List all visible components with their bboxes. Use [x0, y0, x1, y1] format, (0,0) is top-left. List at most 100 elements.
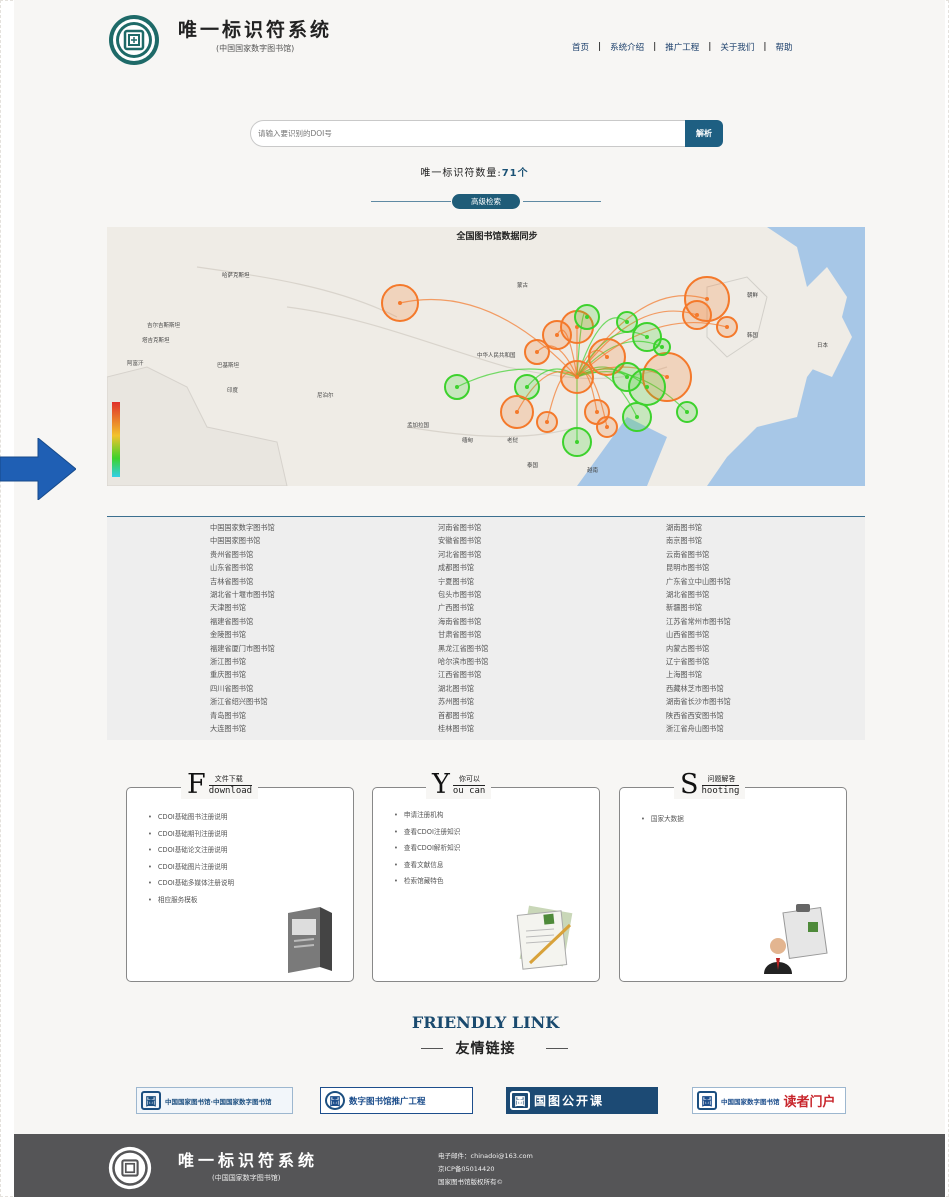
digital-library-logo-icon: 圖 — [697, 1091, 717, 1110]
map-country-label: 越南 — [587, 466, 599, 474]
identifier-count-value: 71个 — [501, 168, 529, 179]
library-item[interactable]: 包头市图书馆 — [438, 588, 488, 601]
library-item[interactable]: 首都图书馆 — [438, 709, 488, 722]
card-list-item[interactable]: CDOI基础论文注册说明 — [148, 842, 234, 859]
card-list-item[interactable]: 查看CDOI解析知识 — [394, 840, 460, 857]
library-item[interactable]: 成都图书馆 — [438, 561, 488, 574]
advanced-search-button[interactable]: 高级检索 — [452, 194, 520, 209]
footer-icp: 京ICP备05014420 — [438, 1165, 495, 1173]
library-item[interactable]: 河北省图书馆 — [438, 548, 488, 561]
library-item[interactable]: 浙江省舟山图书馆 — [666, 722, 731, 735]
library-item[interactable]: 甘肃省图书馆 — [438, 628, 488, 641]
nav-home[interactable]: 首页 — [572, 41, 589, 53]
library-item[interactable]: 内蒙古图书馆 — [666, 642, 731, 655]
partner-link-promotion[interactable]: 圖数字图书馆推广工程 — [320, 1087, 473, 1114]
site-logo[interactable] — [108, 14, 160, 66]
library-item[interactable]: 云南省图书馆 — [666, 548, 731, 561]
map-country-label: 哈萨克斯坦 — [222, 271, 250, 279]
library-item[interactable]: 安徽省图书馆 — [438, 534, 488, 547]
card-list-item[interactable]: CDOI基础图片注册说明 — [148, 859, 234, 876]
nav-system-intro[interactable]: 系统介绍 — [610, 41, 644, 53]
map-country-label: 泰国 — [527, 461, 539, 469]
library-item[interactable]: 江西省图书馆 — [438, 668, 488, 681]
card-list-item[interactable]: CDOI基础图书注册说明 — [148, 809, 234, 826]
library-item[interactable]: 新疆图书馆 — [666, 601, 731, 614]
library-item[interactable]: 西藏林芝市图书馆 — [666, 682, 731, 695]
library-item[interactable]: 中国国家数字图书馆 — [210, 521, 275, 534]
library-item[interactable]: 南京图书馆 — [666, 534, 731, 547]
footer-title: 唯一标识符系统 — [178, 1151, 319, 1170]
nav-promotion[interactable]: 推广工程 — [665, 41, 699, 53]
documents-pen-icon — [516, 905, 573, 970]
library-item[interactable]: 上海图书馆 — [666, 668, 731, 681]
you-can-card-letter: Y — [432, 769, 450, 800]
library-item[interactable]: 辽宁省图书馆 — [666, 655, 731, 668]
partner-link-nlc[interactable]: 圖中国国家图书馆·中国国家数字图书馆 — [136, 1087, 293, 1114]
library-item[interactable]: 哈尔滨市图书馆 — [438, 655, 488, 668]
library-item[interactable]: 桂林图书馆 — [438, 722, 488, 735]
library-node-dot — [660, 345, 664, 349]
library-node-dot — [555, 333, 559, 337]
library-item[interactable]: 金陵图书馆 — [210, 628, 275, 641]
library-node-dot — [585, 315, 589, 319]
map-country-label: 吉尔吉斯斯坦 — [147, 321, 181, 329]
partner-link-open-course[interactable]: 圖国图公开课 — [506, 1087, 658, 1114]
card-list-item[interactable]: CDOI基础多媒体注册说明 — [148, 875, 234, 892]
library-item[interactable]: 宁夏图书馆 — [438, 575, 488, 588]
library-item[interactable]: 湖北省十堰市图书馆 — [210, 588, 275, 601]
nav-separator: | — [598, 42, 602, 52]
library-item[interactable]: 重庆图书馆 — [210, 668, 275, 681]
library-item[interactable]: 陕西省西安图书馆 — [666, 709, 731, 722]
library-item[interactable]: 苏州图书馆 — [438, 695, 488, 708]
library-item[interactable]: 福建省厦门市图书馆 — [210, 642, 275, 655]
library-sync-map[interactable]: 哈萨克斯坦 蒙古 中华人民共和国 吉尔吉斯斯坦 塔吉克斯坦 阿富汗 巴基斯坦 印度 尼泊尔 孟加拉… — [107, 227, 865, 486]
library-item[interactable]: 广东省立中山图书馆 — [666, 575, 731, 588]
library-item[interactable]: 四川省图书馆 — [210, 682, 275, 695]
resolve-button[interactable]: 解析 — [685, 120, 723, 147]
card-list-item[interactable]: 检索馆藏特色 — [394, 873, 460, 890]
library-item[interactable]: 湖北省图书馆 — [666, 588, 731, 601]
library-item[interactable]: 福建省图书馆 — [210, 615, 275, 628]
nlc-logo-icon: 圖 — [141, 1091, 161, 1110]
library-item[interactable]: 湖南图书馆 — [666, 521, 731, 534]
partner-label: 中国国家数字图书馆 — [721, 1097, 780, 1106]
library-item[interactable]: 浙江省绍兴图书馆 — [210, 695, 275, 708]
library-item[interactable]: 中国国家图书馆 — [210, 534, 275, 547]
library-item[interactable]: 贵州省图书馆 — [210, 548, 275, 561]
troubleshooting-card-letter: S — [680, 769, 699, 800]
library-item[interactable]: 黑龙江省图书馆 — [438, 642, 488, 655]
library-item[interactable]: 湖南省长沙市图书馆 — [666, 695, 731, 708]
library-item[interactable]: 海南省图书馆 — [438, 615, 488, 628]
open-course-logo-icon: 圖 — [510, 1091, 530, 1110]
nav-about-us[interactable]: 关于我们 — [720, 41, 754, 53]
doi-search-input[interactable] — [258, 124, 678, 143]
library-item[interactable]: 吉林省图书馆 — [210, 575, 275, 588]
library-item[interactable]: 大连图书馆 — [210, 722, 275, 735]
card-list-item[interactable]: 查看CDOI注册知识 — [394, 824, 460, 841]
library-node-dot — [695, 313, 699, 317]
divider-line — [523, 201, 601, 202]
library-item[interactable]: 青岛图书馆 — [210, 709, 275, 722]
partner-link-reader-portal[interactable]: 圖中国国家数字图书馆 读者门户 — [692, 1087, 846, 1114]
card-list-item[interactable]: 国家大数据 — [641, 811, 684, 828]
library-item[interactable]: 浙江图书馆 — [210, 655, 275, 668]
library-item[interactable]: 江苏省常州市图书馆 — [666, 615, 731, 628]
library-item[interactable]: 山东省图书馆 — [210, 561, 275, 574]
nav-separator: | — [763, 42, 767, 52]
library-item[interactable]: 河南省图书馆 — [438, 521, 488, 534]
card-list-item[interactable]: CDOI基础期刊注册说明 — [148, 826, 234, 843]
library-node-dot — [605, 355, 609, 359]
download-card-cn: 文件下载 — [208, 774, 253, 786]
identifier-count-label: 唯一标识符数量: — [420, 168, 502, 179]
card-list-item[interactable]: 查看文献信息 — [394, 857, 460, 874]
footer-logo — [108, 1146, 152, 1190]
library-item[interactable]: 昆明市图书馆 — [666, 561, 731, 574]
library-item[interactable]: 湖北图书馆 — [438, 682, 488, 695]
software-box-icon — [288, 907, 332, 973]
library-item[interactable]: 天津图书馆 — [210, 601, 275, 614]
card-list-item[interactable]: 相应服务模板 — [148, 892, 234, 909]
card-list-item[interactable]: 申请注册机构 — [394, 807, 460, 824]
nav-help[interactable]: 帮助 — [776, 41, 793, 53]
library-item[interactable]: 山西省图书馆 — [666, 628, 731, 641]
library-item[interactable]: 广西图书馆 — [438, 601, 488, 614]
